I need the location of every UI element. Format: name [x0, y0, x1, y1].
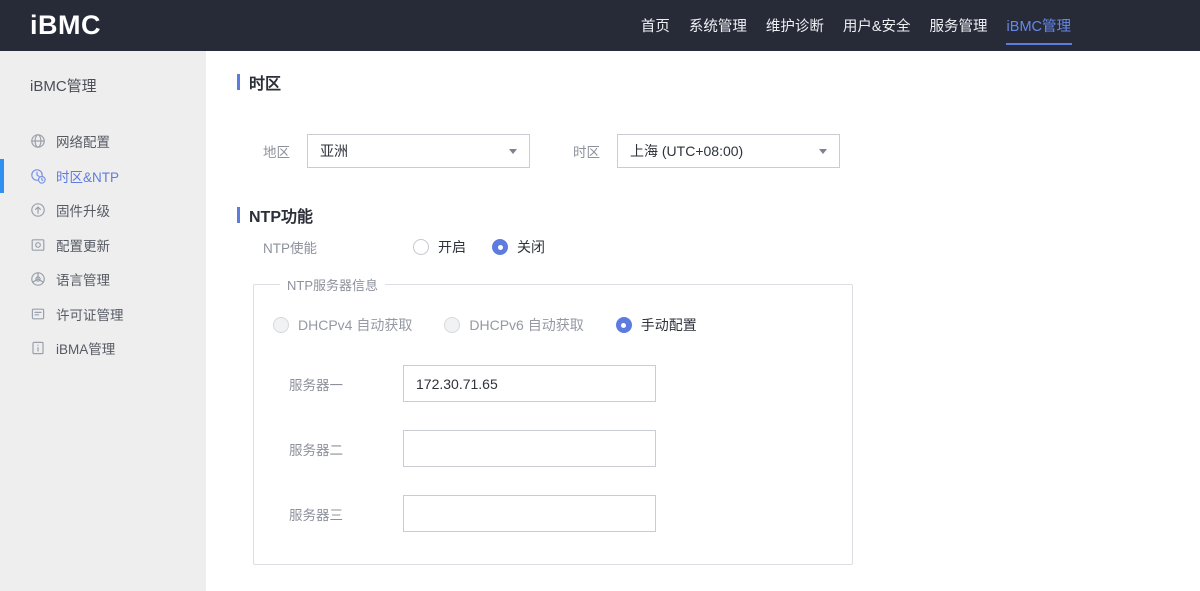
caret-down-icon — [819, 148, 827, 154]
config-update-icon — [30, 237, 46, 253]
radio-label: 开启 — [438, 239, 466, 255]
sidebar-item-label: 时区&NTP — [56, 169, 120, 185]
nav-system-management[interactable]: 系统管理 — [687, 0, 749, 51]
radio-checked-icon — [492, 239, 508, 255]
firmware-upgrade-icon — [30, 202, 46, 218]
nav-service-management[interactable]: 服务管理 — [928, 0, 990, 51]
ntp-enable-label: NTP使能 — [263, 241, 317, 256]
sidebar-item-timezone-ntp[interactable]: 时区&NTP — [0, 158, 206, 193]
sidebar-item-label: 固件升级 — [56, 204, 110, 220]
sidebar-item-ibma-management[interactable]: iBMA管理 — [0, 331, 206, 366]
region-select-value: 亚洲 — [320, 143, 348, 159]
nav-home[interactable]: 首页 — [639, 0, 672, 51]
ntp-server3-label: 服务器三 — [289, 507, 343, 523]
timezone-clock-icon — [30, 168, 46, 184]
language-icon — [30, 271, 46, 287]
ntp-mode-dhcpv4-radio[interactable]: DHCPv4 自动获取 — [273, 315, 412, 335]
ntp-server1-input[interactable] — [403, 365, 656, 402]
ntp-enable-on-radio[interactable]: 开启 — [413, 237, 466, 257]
timezone-form-row: 地区 亚洲 时区 上海 (UTC+08:00) — [263, 133, 840, 169]
sidebar-title: iBMC管理 — [30, 78, 97, 95]
sidebar-item-config-update[interactable]: 配置更新 — [0, 228, 206, 263]
radio-label: 手动配置 — [640, 317, 697, 333]
radio-unchecked-icon — [413, 239, 429, 255]
app-logo: iBMC — [30, 10, 101, 40]
sidebar: iBMC管理 网络配置 时区&NTP 固件升级 配置更新 语言管理 许可证管理 … — [0, 51, 206, 591]
region-select[interactable]: 亚洲 — [307, 134, 530, 168]
sidebar-item-label: iBMA管理 — [56, 342, 116, 358]
region-label: 地区 — [263, 145, 290, 160]
sidebar-item-network-config[interactable]: 网络配置 — [0, 124, 206, 159]
sidebar-item-label: 配置更新 — [56, 238, 110, 254]
nav-maintenance-diagnosis[interactable]: 维护诊断 — [764, 0, 826, 51]
topbar: iBMC 首页 系统管理 维护诊断 用户&安全 服务管理 iBMC管理 — [0, 0, 1200, 51]
timezone-section-header: 时区 — [237, 70, 281, 94]
radio-disabled-icon — [273, 317, 289, 333]
main-nav: 首页 系统管理 维护诊断 用户&安全 服务管理 iBMC管理 — [639, 0, 1073, 51]
sidebar-item-label: 许可证管理 — [56, 307, 124, 323]
sidebar-item-firmware-upgrade[interactable]: 固件升级 — [0, 193, 206, 228]
ntp-mode-row: DHCPv4 自动获取 DHCPv6 自动获取 手动配置 — [273, 315, 852, 335]
ntp-mode-dhcpv6-radio[interactable]: DHCPv6 自动获取 — [444, 315, 584, 335]
ntp-server3-row: 服务器三 — [273, 495, 852, 532]
sidebar-item-label: 网络配置 — [56, 135, 110, 151]
ntp-section-title: NTP功能 — [249, 209, 314, 226]
radio-label: 关闭 — [517, 239, 545, 255]
radio-label: DHCPv6 自动获取 — [469, 317, 584, 333]
nav-user-security[interactable]: 用户&安全 — [841, 0, 913, 51]
ntp-server2-row: 服务器二 — [273, 430, 852, 467]
radio-disabled-icon — [444, 317, 461, 333]
section-accent-bar — [237, 207, 240, 223]
sidebar-menu: 网络配置 时区&NTP 固件升级 配置更新 语言管理 许可证管理 iBMA管理 — [0, 124, 206, 366]
sidebar-item-label: 语言管理 — [56, 273, 110, 289]
radio-checked-icon — [615, 317, 632, 333]
ntp-server2-input[interactable] — [403, 430, 656, 467]
radio-label: DHCPv4 自动获取 — [298, 317, 413, 333]
ntp-section-header: NTP功能 — [237, 203, 313, 227]
nav-ibmc-management[interactable]: iBMC管理 — [1005, 0, 1073, 51]
timezone-select-value: 上海 (UTC+08:00) — [630, 143, 744, 159]
timezone-select[interactable]: 上海 (UTC+08:00) — [617, 134, 840, 168]
main-content: 时区 地区 亚洲 时区 上海 (UTC+08:00) NTP功能 NTP使能 开… — [206, 51, 1200, 591]
ntp-mode-manual-radio[interactable]: 手动配置 — [615, 315, 697, 335]
ntp-server3-input[interactable] — [403, 495, 656, 532]
section-accent-bar — [237, 74, 240, 90]
license-icon — [30, 306, 46, 322]
sidebar-item-license-management[interactable]: 许可证管理 — [0, 297, 206, 332]
ntp-enable-off-radio[interactable]: 关闭 — [492, 237, 545, 257]
ibma-icon — [30, 340, 46, 356]
timezone-label: 时区 — [573, 145, 600, 160]
ntp-server-info-legend: NTP服务器信息 — [287, 278, 379, 293]
timezone-section-title: 时区 — [249, 76, 282, 93]
ntp-server-info-group: NTP服务器信息 DHCPv4 自动获取 DHCPv6 自动获取 手动配置 服务… — [253, 275, 853, 565]
ntp-server1-label: 服务器一 — [289, 377, 343, 393]
ntp-server1-row: 服务器一 — [273, 365, 852, 402]
ntp-server2-label: 服务器二 — [289, 442, 343, 458]
sidebar-item-language-management[interactable]: 语言管理 — [0, 262, 206, 297]
caret-down-icon — [509, 148, 517, 154]
ntp-enable-row: NTP使能 开启 关闭 — [263, 237, 571, 257]
network-globe-icon — [30, 133, 46, 149]
